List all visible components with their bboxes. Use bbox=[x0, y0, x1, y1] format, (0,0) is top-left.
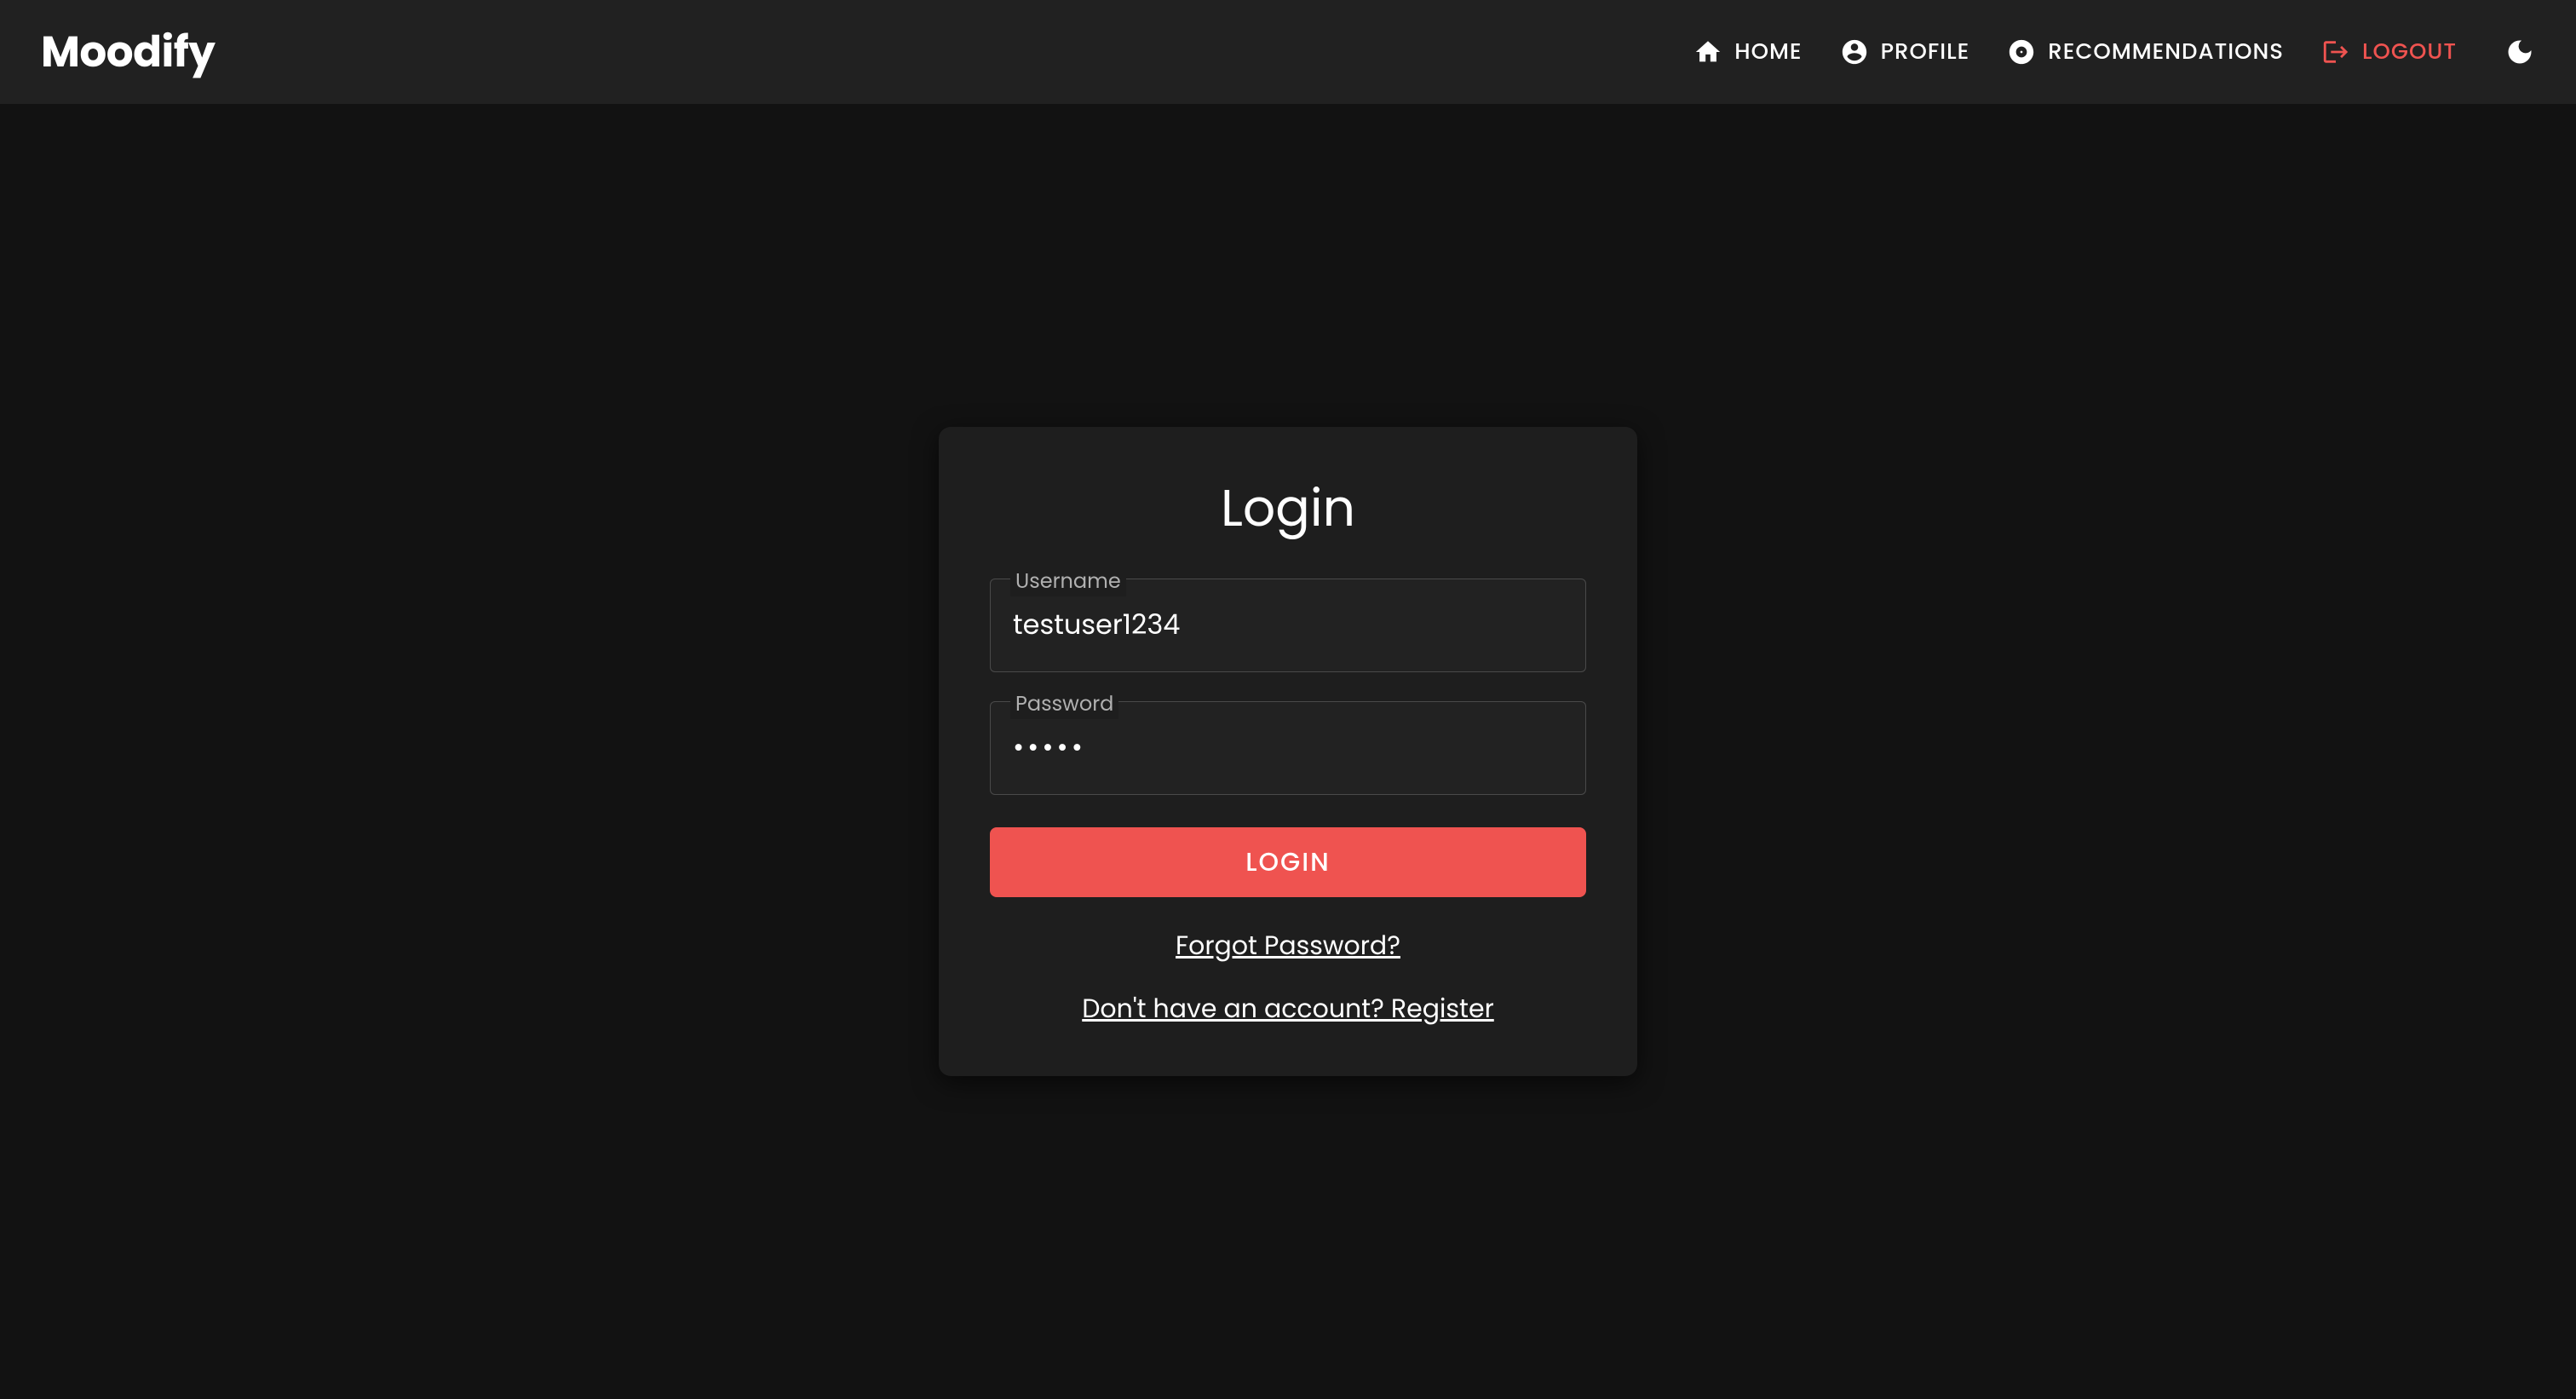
password-field-group: Password bbox=[990, 701, 1586, 795]
password-label: Password bbox=[1010, 689, 1118, 719]
home-icon bbox=[1693, 37, 1722, 66]
username-field-group: Username bbox=[990, 579, 1586, 672]
forgot-password-link[interactable]: Forgot Password? bbox=[1176, 927, 1400, 964]
nav-logout-label: LOGOUT bbox=[2362, 36, 2457, 69]
logout-icon bbox=[2321, 37, 2350, 66]
register-row: Don't have an account? Register bbox=[990, 989, 1586, 1028]
nav-recommendations[interactable]: RECOMMENDATIONS bbox=[2007, 36, 2284, 69]
nav-home-label: HOME bbox=[1734, 36, 1802, 69]
nav-profile[interactable]: PROFILE bbox=[1840, 36, 1970, 69]
login-button[interactable]: LOGIN bbox=[990, 827, 1586, 897]
nav-home[interactable]: HOME bbox=[1693, 36, 1802, 69]
nav-logout[interactable]: LOGOUT bbox=[2321, 36, 2457, 69]
login-card: Login Username Password LOGIN Forgot Pas… bbox=[939, 427, 1637, 1076]
login-title: Login bbox=[990, 469, 1586, 546]
forgot-password-row: Forgot Password? bbox=[990, 926, 1586, 965]
register-link[interactable]: Don't have an account? Register bbox=[1082, 990, 1494, 1027]
navbar: Moodify HOME PROFILE RECOMMENDATIONS LOG… bbox=[0, 0, 2576, 104]
nav-recommendations-label: RECOMMENDATIONS bbox=[2048, 36, 2284, 69]
nav-profile-label: PROFILE bbox=[1881, 36, 1970, 69]
moon-icon bbox=[2504, 37, 2535, 67]
brand-logo[interactable]: Moodify bbox=[41, 20, 215, 84]
recommendations-icon bbox=[2007, 37, 2036, 66]
profile-icon bbox=[1840, 37, 1869, 66]
username-label: Username bbox=[1010, 567, 1126, 596]
nav-links: HOME PROFILE RECOMMENDATIONS LOGOUT bbox=[1693, 36, 2535, 69]
main-content: Login Username Password LOGIN Forgot Pas… bbox=[0, 104, 2576, 1399]
theme-toggle[interactable] bbox=[2504, 37, 2535, 67]
